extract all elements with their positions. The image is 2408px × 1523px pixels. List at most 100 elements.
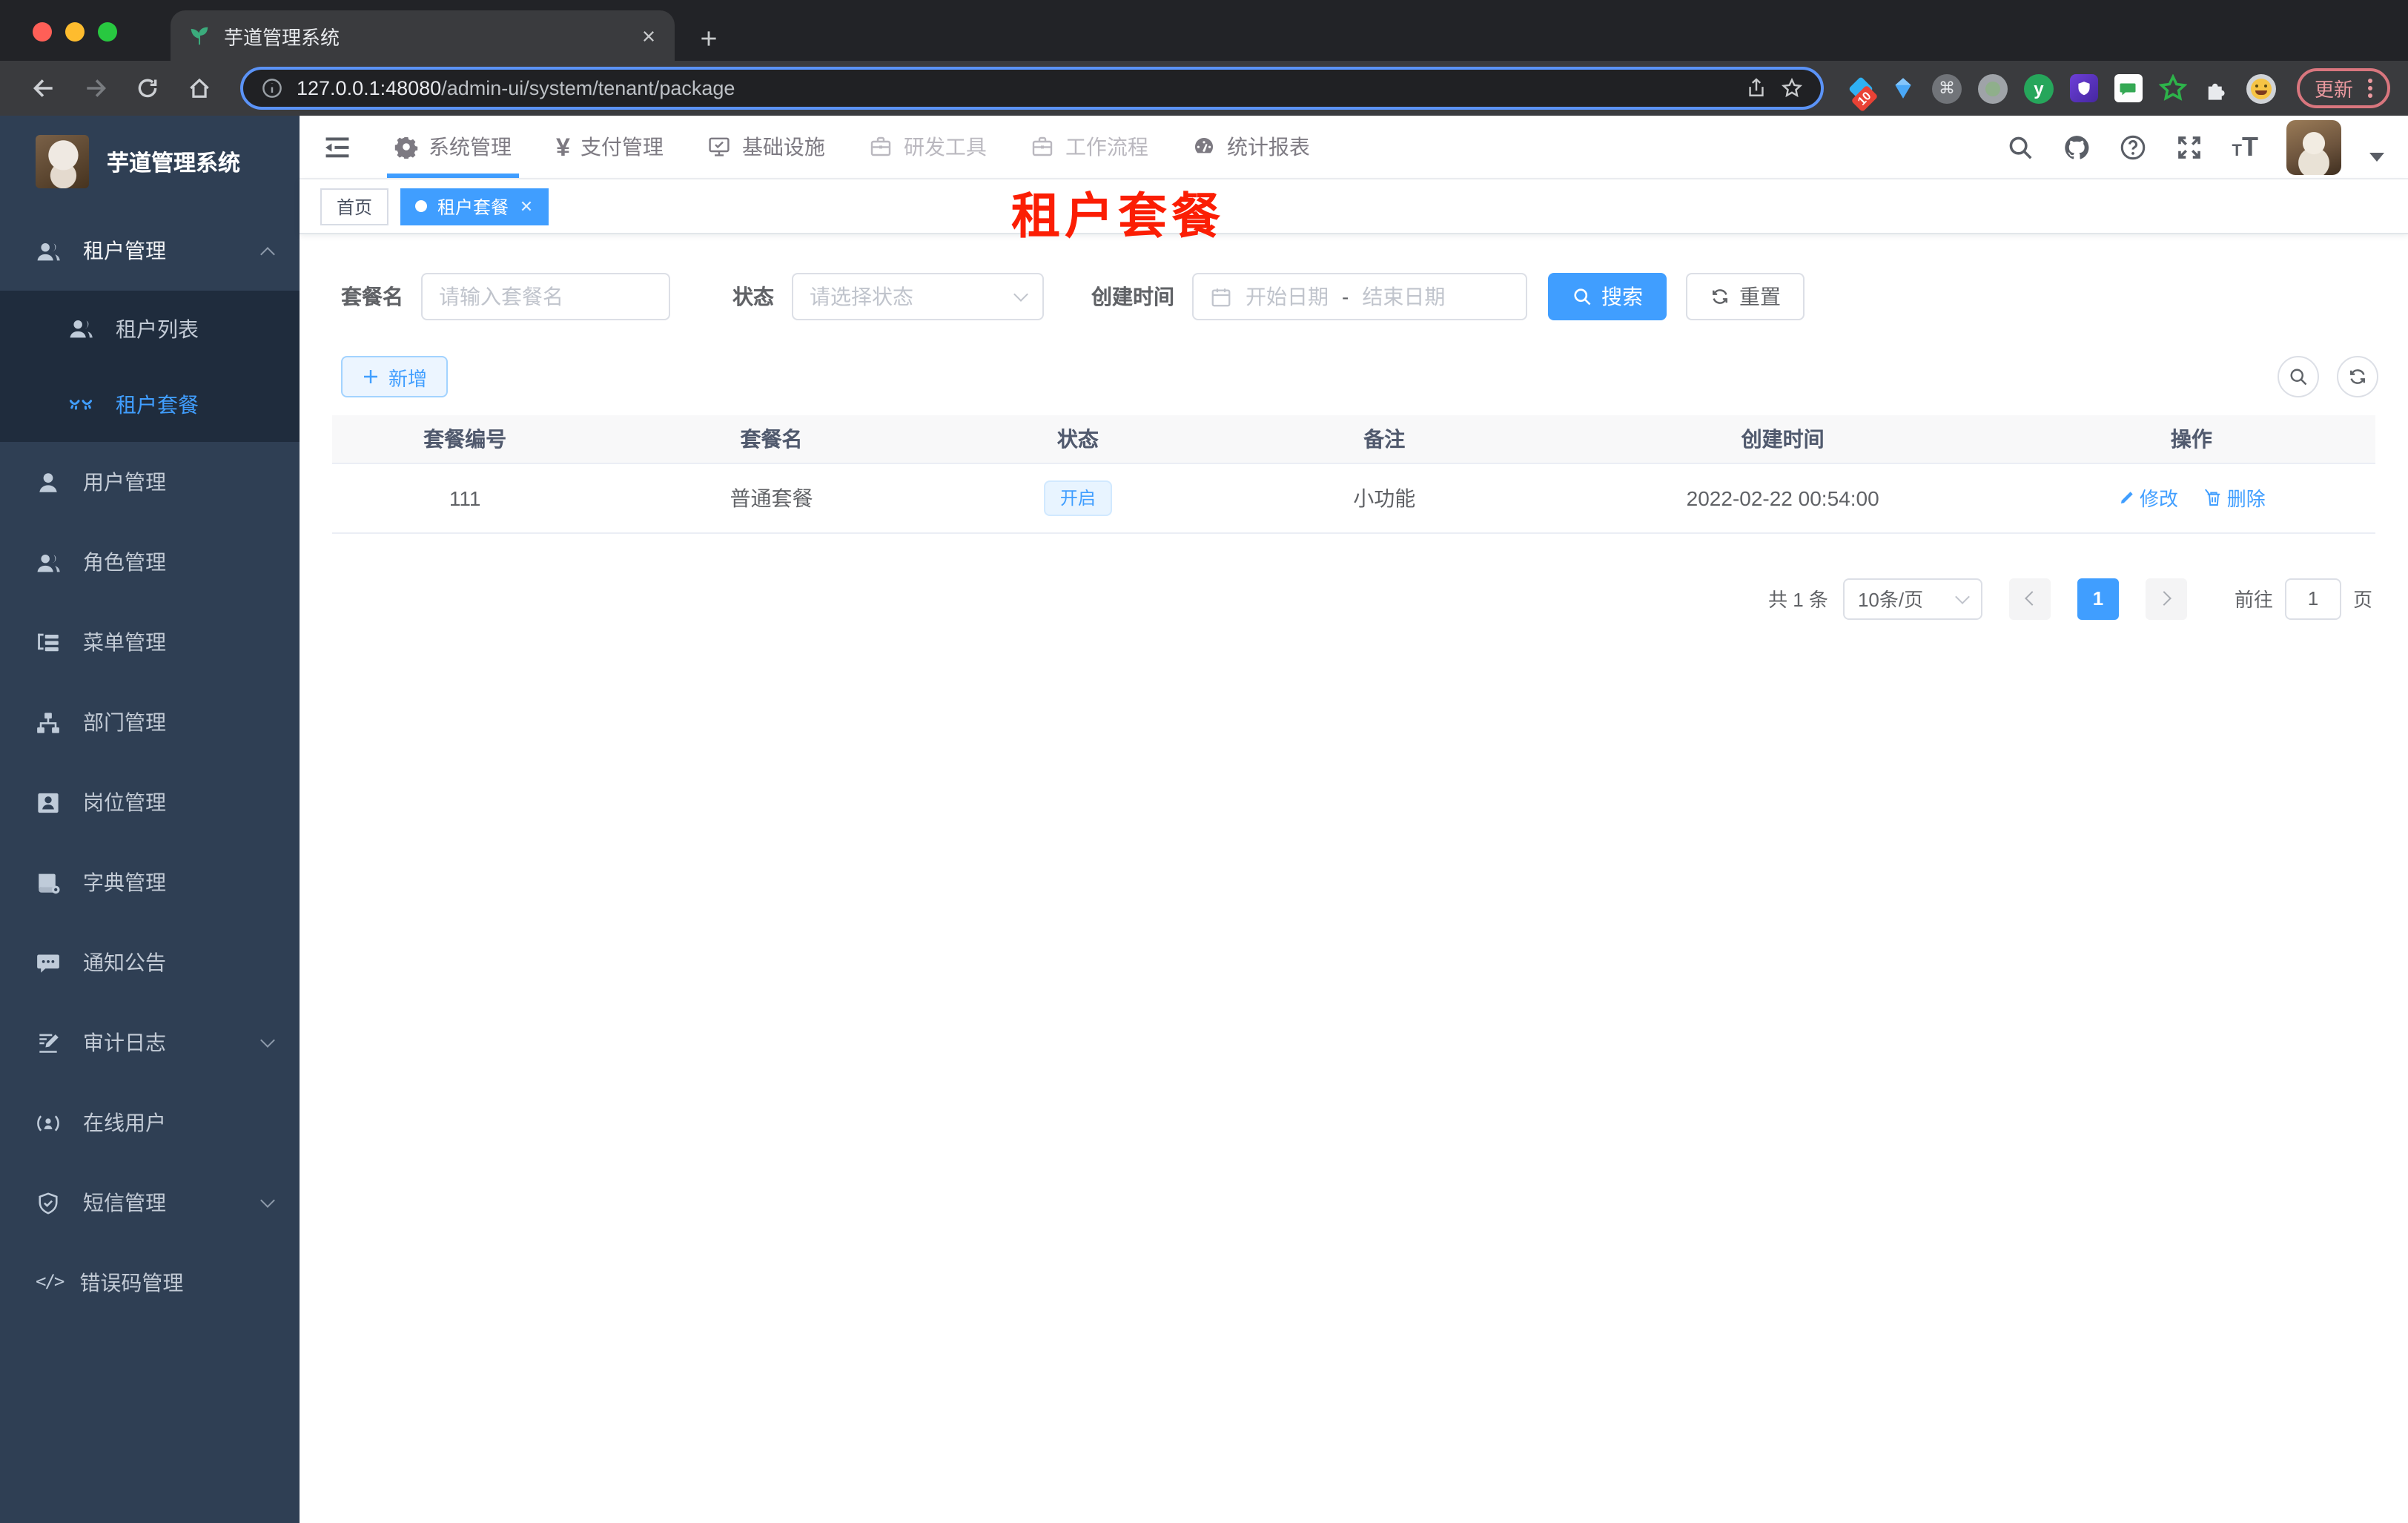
next-page-button[interactable] xyxy=(2145,578,2187,619)
browser-tab[interactable]: 芋道管理系统 xyxy=(171,10,675,61)
table-refresh-button[interactable] xyxy=(2337,356,2378,397)
window-controls[interactable] xyxy=(33,22,117,42)
sidebar-item-dict-management[interactable]: 字典管理 xyxy=(0,842,300,922)
close-window-button[interactable] xyxy=(33,22,52,42)
browser-update-button[interactable]: 更新 xyxy=(2296,68,2390,108)
col-package-name: 套餐名 xyxy=(598,415,945,463)
package-name-input[interactable]: 请输入套餐名 xyxy=(421,273,670,320)
extension-gem-icon[interactable] xyxy=(1891,76,1916,101)
nav-item-infrastructure[interactable]: 基础设施 xyxy=(686,116,847,178)
goto-page: 前往 1 页 xyxy=(2235,578,2372,619)
extension-avatar-smiley-icon[interactable] xyxy=(2246,73,2276,103)
goto-page-input[interactable]: 1 xyxy=(2284,578,2341,619)
nav-item-system[interactable]: 系统管理 xyxy=(372,116,534,178)
chevron-down-icon xyxy=(260,1193,275,1208)
tag-tenant-package[interactable]: 租户套餐 xyxy=(400,188,549,225)
github-icon[interactable] xyxy=(2063,133,2091,161)
extensions-puzzle-icon[interactable] xyxy=(2203,75,2230,102)
prev-page-button[interactable] xyxy=(2008,578,2051,619)
sidebar-item-online-users[interactable]: 在线用户 xyxy=(0,1083,300,1163)
page-number-current[interactable]: 1 xyxy=(2077,578,2119,619)
sidebar-item-tenant-management[interactable]: 租户管理 xyxy=(0,211,300,291)
url-bar[interactable]: 127.0.0.1:48080/admin-ui/system/tenant/p… xyxy=(240,67,1824,110)
app-window: 芋道管理系统 租户管理 租户列表 租户套餐 用户管理 角色管理 菜单管理 部门管… xyxy=(0,116,2408,1523)
create-time-label: 创建时间 xyxy=(1091,285,1174,308)
extension-shield-icon[interactable] xyxy=(2069,74,2098,102)
package-name-label: 套餐名 xyxy=(341,285,403,308)
extension-command-icon[interactable]: ⌘ xyxy=(1931,73,1962,103)
bookmark-star-icon[interactable] xyxy=(1781,77,1803,99)
sidebar-item-label: 用户管理 xyxy=(83,470,166,494)
plus-icon xyxy=(364,370,377,383)
sidebar-item-post-management[interactable]: 岗位管理 xyxy=(0,762,300,842)
code-icon: </> xyxy=(36,1270,64,1291)
extension-y-icon[interactable]: y xyxy=(2023,73,2054,103)
date-range-picker[interactable]: 开始日期 - 结束日期 xyxy=(1192,273,1527,320)
nav-item-workflow[interactable]: 工作流程 xyxy=(1009,116,1171,178)
search-icon[interactable] xyxy=(2007,133,2035,161)
extension-kite-icon[interactable]: 10 xyxy=(1848,76,1879,112)
users-icon xyxy=(37,242,60,260)
search-button[interactable]: 搜索 xyxy=(1548,273,1667,320)
home-icon[interactable] xyxy=(187,76,212,101)
sidebar-item-audit-log[interactable]: 审计日志 xyxy=(0,1002,300,1083)
help-icon[interactable] xyxy=(2120,133,2148,161)
users-icon xyxy=(70,320,93,338)
url-path: /admin-ui/system/tenant/package xyxy=(441,77,735,99)
add-button[interactable]: 新增 xyxy=(341,356,449,397)
share-icon[interactable] xyxy=(1745,77,1767,99)
edit-link[interactable]: 修改 xyxy=(2117,483,2178,512)
sidebar-submenu: 租户列表 租户套餐 xyxy=(0,291,300,442)
font-size-icon[interactable]: TT xyxy=(2232,133,2258,160)
sidebar-item-role-management[interactable]: 角色管理 xyxy=(0,522,300,602)
tag-close-icon[interactable] xyxy=(519,199,534,214)
forward-icon[interactable] xyxy=(83,76,108,101)
avatar-caret-icon[interactable] xyxy=(2369,153,2384,162)
reset-button[interactable]: 重置 xyxy=(1686,273,1805,320)
sidebar-item-error-code[interactable]: </> 错误码管理 xyxy=(0,1243,300,1323)
user-avatar[interactable] xyxy=(2286,119,2341,174)
url-text[interactable]: 127.0.0.1:48080/admin-ui/system/tenant/p… xyxy=(297,77,1732,99)
nav-item-label: 基础设施 xyxy=(741,135,825,159)
new-tab-button[interactable] xyxy=(698,28,719,49)
favicon-plant-icon xyxy=(191,26,208,44)
extension-chat-icon[interactable] xyxy=(2114,74,2143,102)
nav-item-reports[interactable]: 统计报表 xyxy=(1171,116,1332,178)
col-status: 状态 xyxy=(945,415,1211,463)
chat-bubble-icon xyxy=(37,954,59,972)
fullscreen-icon[interactable] xyxy=(2176,133,2204,161)
table-search-toggle-button[interactable] xyxy=(2278,356,2319,397)
sidebar-item-department-management[interactable]: 部门管理 xyxy=(0,682,300,762)
table-row[interactable]: 111 普通套餐 开启 小功能 2022-02-22 00:54:00 修改 删… xyxy=(332,463,2375,533)
chevron-left-icon xyxy=(2025,591,2040,606)
nav-item-payment[interactable]: ¥ 支付管理 xyxy=(534,116,686,178)
back-icon[interactable] xyxy=(31,76,56,101)
sidebar-fold-icon[interactable] xyxy=(323,133,351,161)
wink-eyes-icon xyxy=(69,400,93,410)
edit-pencil-icon xyxy=(2120,491,2133,503)
sidebar-item-notice[interactable]: 通知公告 xyxy=(0,922,300,1002)
browser-menu-icon[interactable] xyxy=(2368,79,2372,98)
nav-item-dev-tools[interactable]: 研发工具 xyxy=(847,116,1009,178)
tag-home[interactable]: 首页 xyxy=(320,188,389,225)
sidebar-item-tenant-package[interactable]: 租户套餐 xyxy=(0,366,300,442)
nav-item-label: 工作流程 xyxy=(1065,135,1148,159)
page-size-select[interactable]: 10条/页 xyxy=(1842,578,1982,619)
sidebar-item-tenant-list[interactable]: 租户列表 xyxy=(0,291,300,366)
extension-star-icon[interactable] xyxy=(2158,74,2187,102)
extension-recorder-icon[interactable] xyxy=(1977,73,2008,103)
sidebar-item-user-management[interactable]: 用户管理 xyxy=(0,442,300,522)
sidebar-logo[interactable]: 芋道管理系统 xyxy=(0,116,300,190)
delete-link[interactable]: 删除 xyxy=(2204,483,2266,512)
site-info-icon[interactable] xyxy=(261,77,283,99)
minimize-window-button[interactable] xyxy=(65,22,85,42)
status-select[interactable]: 请选择状态 xyxy=(792,273,1044,320)
reload-icon[interactable] xyxy=(135,76,160,101)
chevron-down-icon xyxy=(260,1033,275,1048)
extensions-area: 10 ⌘ y xyxy=(1848,73,2276,112)
sidebar-item-label: 租户管理 xyxy=(83,239,166,262)
sidebar-item-sms-management[interactable]: 短信管理 xyxy=(0,1163,300,1243)
tab-close-icon[interactable] xyxy=(641,27,657,44)
sidebar-item-menu-management[interactable]: 菜单管理 xyxy=(0,602,300,682)
zoom-window-button[interactable] xyxy=(98,22,117,42)
